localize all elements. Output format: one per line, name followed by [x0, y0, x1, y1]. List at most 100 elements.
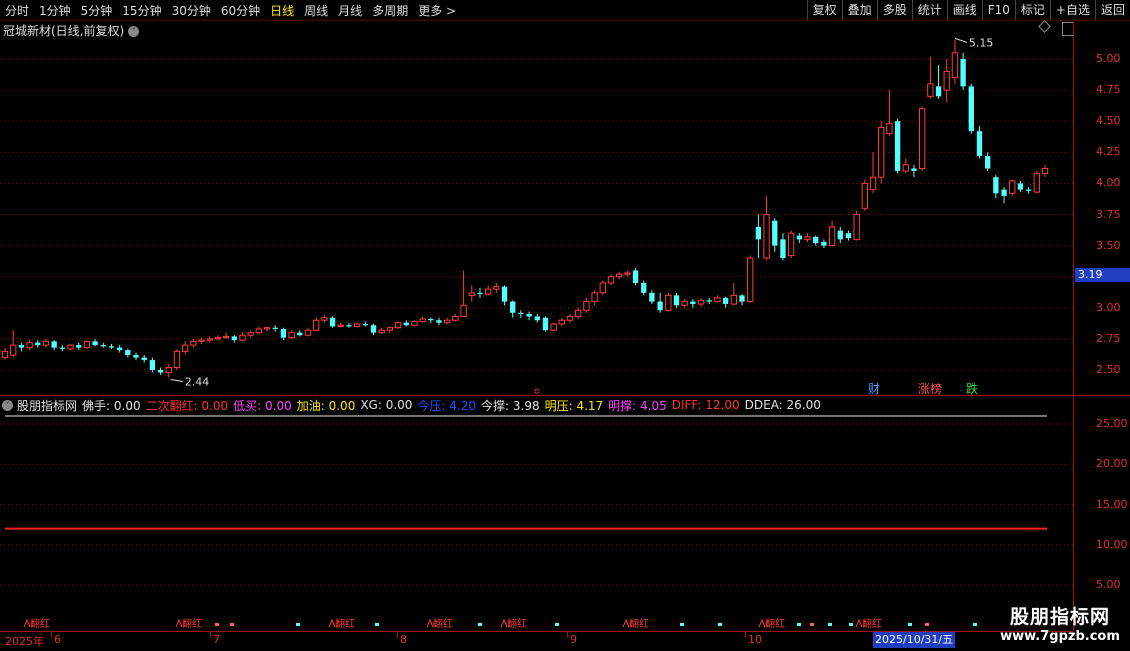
event-marker[interactable]: 涨榜	[918, 381, 942, 395]
candle	[272, 325, 278, 332]
indicator-axis-label: 10.00	[1096, 537, 1128, 551]
candle	[755, 214, 762, 259]
candle	[722, 296, 729, 308]
svg-text:翻红: 翻红	[433, 617, 453, 630]
low-annotation: 2.44	[185, 375, 210, 388]
event-marker[interactable]: 财	[868, 382, 880, 395]
period-tab-7[interactable]: 周线	[299, 2, 333, 19]
candle	[616, 271, 623, 280]
price-label: 2.75	[1096, 331, 1121, 345]
candle	[35, 340, 41, 348]
candle	[149, 357, 156, 373]
date-tick	[51, 632, 52, 638]
candle	[550, 322, 557, 332]
period-tab-0[interactable]: 分时	[0, 2, 34, 19]
candle	[518, 310, 524, 318]
toolbar-button-5[interactable]: F10	[981, 0, 1015, 20]
event-marker[interactable]: 跌	[966, 381, 978, 395]
signal-dot	[908, 623, 912, 626]
toolbar-button-1[interactable]: 叠加	[841, 0, 877, 20]
candle	[607, 274, 615, 286]
signal-dot	[973, 623, 977, 626]
candle	[255, 326, 263, 334]
toolbar-button-4[interactable]: 画线	[946, 0, 982, 20]
period-tab-2[interactable]: 5分钟	[76, 2, 118, 19]
candle	[837, 226, 843, 244]
watermark: 股朋指标网 www.7gpzb.com	[990, 598, 1130, 650]
candle	[886, 90, 893, 137]
candle	[804, 233, 811, 242]
candle	[173, 348, 181, 370]
candle	[51, 340, 57, 351]
indicator-name[interactable]: 股朋指标网	[17, 397, 77, 414]
period-tab-5[interactable]: 60分钟	[216, 2, 265, 19]
toolbar-button-3[interactable]: 统计	[911, 0, 947, 20]
axis-border	[1073, 21, 1074, 631]
toolbar-button-6[interactable]: 标记	[1014, 0, 1050, 20]
indicator-value-1: 二次翻红: 0.00	[145, 398, 229, 413]
signal-dot	[680, 623, 684, 626]
signal-marker: 翻红	[622, 617, 649, 630]
candle	[763, 195, 770, 261]
svg-text:翻红: 翻红	[862, 617, 882, 630]
toolbar-button-7[interactable]: +自选	[1049, 0, 1095, 20]
dividend-marker[interactable]: ≎	[533, 387, 541, 395]
candle	[394, 321, 402, 329]
date-label: 9	[570, 633, 577, 646]
candle	[558, 317, 566, 327]
candle	[534, 314, 540, 323]
period-tab-3[interactable]: 15分钟	[117, 2, 166, 19]
toolbar-button-0[interactable]: 复权	[806, 0, 842, 20]
indicator-axis-label: 20.00	[1096, 457, 1128, 471]
candle	[353, 322, 361, 328]
toolbar-button-2[interactable]: 多股	[876, 0, 912, 20]
period-tab-8[interactable]: 月线	[333, 2, 367, 19]
candle	[231, 335, 237, 343]
candle	[894, 118, 901, 174]
candle	[362, 321, 368, 327]
svg-text:翻红: 翻红	[182, 617, 202, 630]
date-tick	[210, 632, 211, 638]
candle	[730, 282, 737, 306]
candle	[484, 285, 492, 296]
candle	[313, 317, 320, 332]
candle	[1009, 179, 1016, 196]
candle	[337, 322, 344, 328]
candle	[706, 297, 712, 305]
period-tab-4[interactable]: 30分钟	[167, 2, 216, 19]
candle	[403, 320, 409, 327]
candle	[92, 338, 98, 347]
signal-dot	[849, 623, 853, 626]
period-tabs: 分时 1分钟 5分钟 15分钟 30分钟 60分钟 日线 周线 月线 多周期 更多 >	[0, 0, 461, 20]
date-label: 10	[748, 633, 762, 646]
period-tab-1[interactable]: 1分钟	[34, 2, 76, 19]
chevron-down-icon[interactable]: ˅	[2, 399, 13, 411]
candle	[386, 326, 394, 333]
svg-text:翻红: 翻红	[30, 617, 50, 630]
candlestick-chart[interactable]: 5.15 2.44 财 涨榜 跌 ≎	[0, 21, 1073, 395]
candle	[452, 314, 459, 322]
period-tab-9[interactable]: 多周期	[367, 2, 413, 19]
candle	[329, 316, 336, 328]
indicator-value-10: DDEA: 26.00	[744, 398, 821, 412]
date-label: 8	[400, 633, 407, 646]
signal-dot	[478, 623, 482, 626]
candle	[657, 292, 663, 313]
candle	[26, 340, 33, 351]
candle	[280, 327, 287, 341]
candle	[575, 307, 582, 319]
signal-marker: 翻红	[855, 617, 882, 630]
candle	[67, 343, 74, 351]
candle	[181, 341, 189, 354]
candle	[960, 52, 966, 91]
toolbar-button-8[interactable]: 返回	[1094, 0, 1130, 20]
period-tab-10[interactable]: 更多 >	[413, 2, 461, 19]
signal-marker: 翻红	[500, 617, 527, 630]
indicator-chart[interactable]: 翻红 翻红 翻红 翻红 翻红 翻红 翻红 翻红	[0, 413, 1073, 631]
candle	[222, 332, 230, 339]
period-tab-6[interactable]: 日线	[265, 2, 299, 19]
indicator-value-3: 加油: 0.00	[296, 398, 356, 413]
candle	[42, 338, 50, 348]
candle	[911, 164, 917, 178]
candle	[878, 121, 885, 184]
